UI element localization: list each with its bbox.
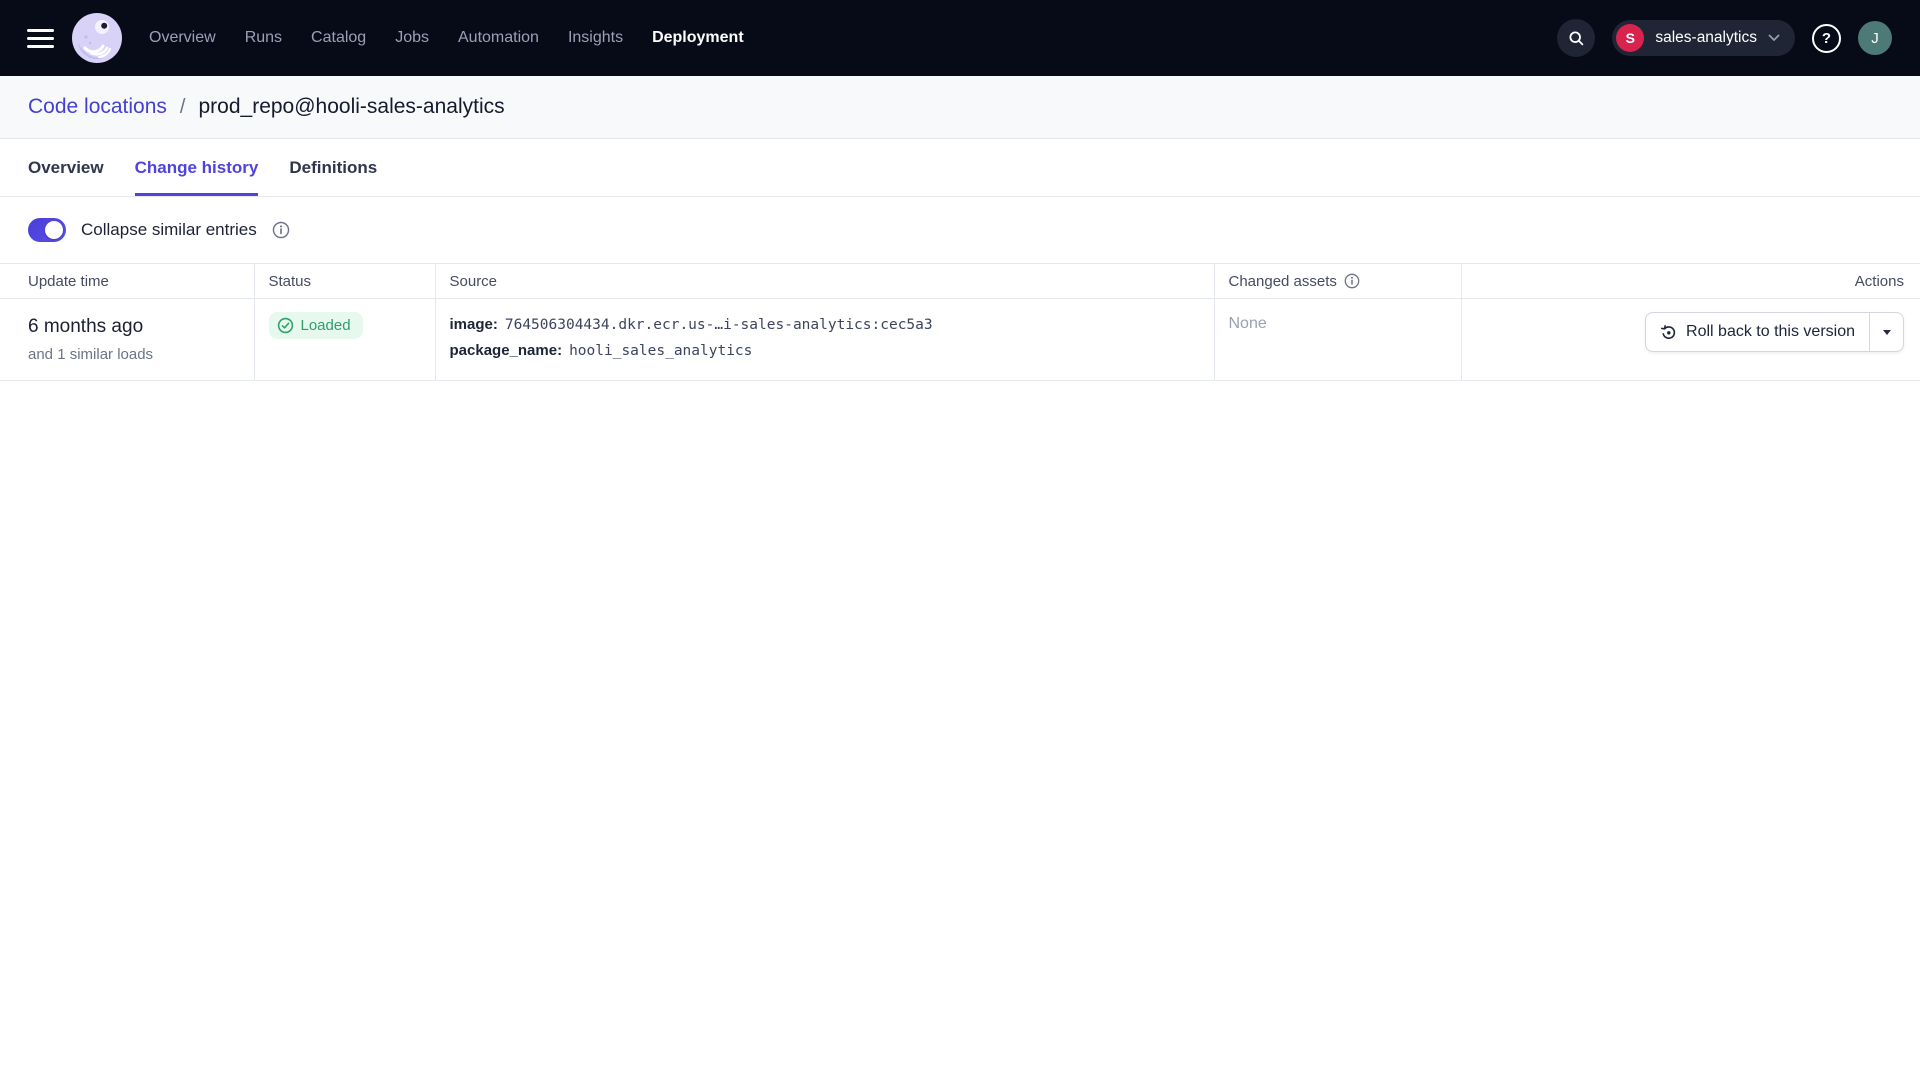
rollback-button-label: Roll back to this version xyxy=(1686,323,1855,341)
collapse-similar-entries-toggle[interactable] xyxy=(28,218,66,242)
collapse-toggle-label: Collapse similar entries xyxy=(81,220,257,240)
menu-icon[interactable] xyxy=(27,29,54,48)
dagster-logo-icon xyxy=(71,12,123,64)
nav-deployment[interactable]: Deployment xyxy=(652,29,744,47)
cell-update-time: 6 months ago and 1 similar loads xyxy=(0,299,254,381)
rollback-icon xyxy=(1660,324,1677,341)
table-row: 6 months ago and 1 similar loads Loaded … xyxy=(0,299,1920,381)
changed-assets-value: None xyxy=(1229,312,1447,333)
tab-overview[interactable]: Overview xyxy=(28,139,104,196)
table-header-row: Update time Status Source Changed assets… xyxy=(0,264,1920,299)
nav-automation[interactable]: Automation xyxy=(458,29,539,47)
source-image-key: image: xyxy=(450,312,498,338)
caret-down-icon xyxy=(1883,330,1891,335)
source-package-key: package_name: xyxy=(450,338,563,364)
user-avatar[interactable]: J xyxy=(1858,21,1892,55)
breadcrumb: Code locations / prod_repo@hooli-sales-a… xyxy=(0,76,1920,139)
tab-change-history[interactable]: Change history xyxy=(135,139,259,196)
cell-actions: Roll back to this version xyxy=(1461,299,1920,381)
nav-catalog[interactable]: Catalog xyxy=(311,29,366,47)
nav-insights[interactable]: Insights xyxy=(568,29,623,47)
changed-assets-info-icon[interactable] xyxy=(1344,273,1360,289)
tab-bar: Overview Change history Definitions xyxy=(0,139,1920,197)
source-image-value: 764506304434.dkr.ecr.us-…i-sales-analyti… xyxy=(505,312,933,338)
nav-overview[interactable]: Overview xyxy=(149,29,216,47)
status-label: Loaded xyxy=(301,317,351,334)
rollback-dropdown-button[interactable] xyxy=(1870,313,1903,351)
topbar-right-cluster: S sales-analytics ? J xyxy=(1557,19,1892,57)
org-label: sales-analytics xyxy=(1655,29,1757,47)
breadcrumb-separator: / xyxy=(180,96,186,119)
nav-runs[interactable]: Runs xyxy=(245,29,282,47)
col-actions: Actions xyxy=(1461,264,1920,299)
top-nav-bar: Overview Runs Catalog Jobs Automation In… xyxy=(0,0,1920,76)
org-badge: S xyxy=(1616,24,1644,52)
col-source: Source xyxy=(435,264,1214,299)
primary-nav: Overview Runs Catalog Jobs Automation In… xyxy=(149,29,744,47)
change-history-table: Update time Status Source Changed assets… xyxy=(0,263,1920,381)
help-button[interactable]: ? xyxy=(1812,24,1841,53)
search-icon xyxy=(1568,30,1585,47)
similar-loads-note: and 1 similar loads xyxy=(28,346,240,363)
dagster-logo[interactable] xyxy=(71,12,123,64)
question-icon: ? xyxy=(1822,30,1831,47)
col-update-time: Update time xyxy=(0,264,254,299)
toggle-knob xyxy=(45,221,63,239)
rollback-split-button: Roll back to this version xyxy=(1645,312,1904,352)
source-package-value: hooli_sales_analytics xyxy=(569,338,752,364)
cell-status: Loaded xyxy=(254,299,435,381)
status-badge: Loaded xyxy=(269,312,363,339)
col-changed-assets: Changed assets xyxy=(1214,264,1461,299)
breadcrumb-code-locations-link[interactable]: Code locations xyxy=(28,95,167,119)
filter-row: Collapse similar entries xyxy=(0,197,1920,263)
cell-changed-assets: None xyxy=(1214,299,1461,381)
page-title: prod_repo@hooli-sales-analytics xyxy=(198,95,504,119)
info-icon[interactable] xyxy=(272,221,290,239)
search-button[interactable] xyxy=(1557,19,1595,57)
cell-source: image: 764506304434.dkr.ecr.us-…i-sales-… xyxy=(435,299,1214,381)
changed-assets-label: Changed assets xyxy=(1229,273,1337,290)
chevron-down-icon xyxy=(1768,34,1780,42)
rollback-button[interactable]: Roll back to this version xyxy=(1646,313,1869,351)
nav-jobs[interactable]: Jobs xyxy=(395,29,429,47)
col-status: Status xyxy=(254,264,435,299)
update-time: 6 months ago xyxy=(28,312,240,338)
tab-definitions[interactable]: Definitions xyxy=(289,139,377,196)
check-circle-icon xyxy=(277,317,294,334)
org-switcher[interactable]: S sales-analytics xyxy=(1612,20,1795,56)
